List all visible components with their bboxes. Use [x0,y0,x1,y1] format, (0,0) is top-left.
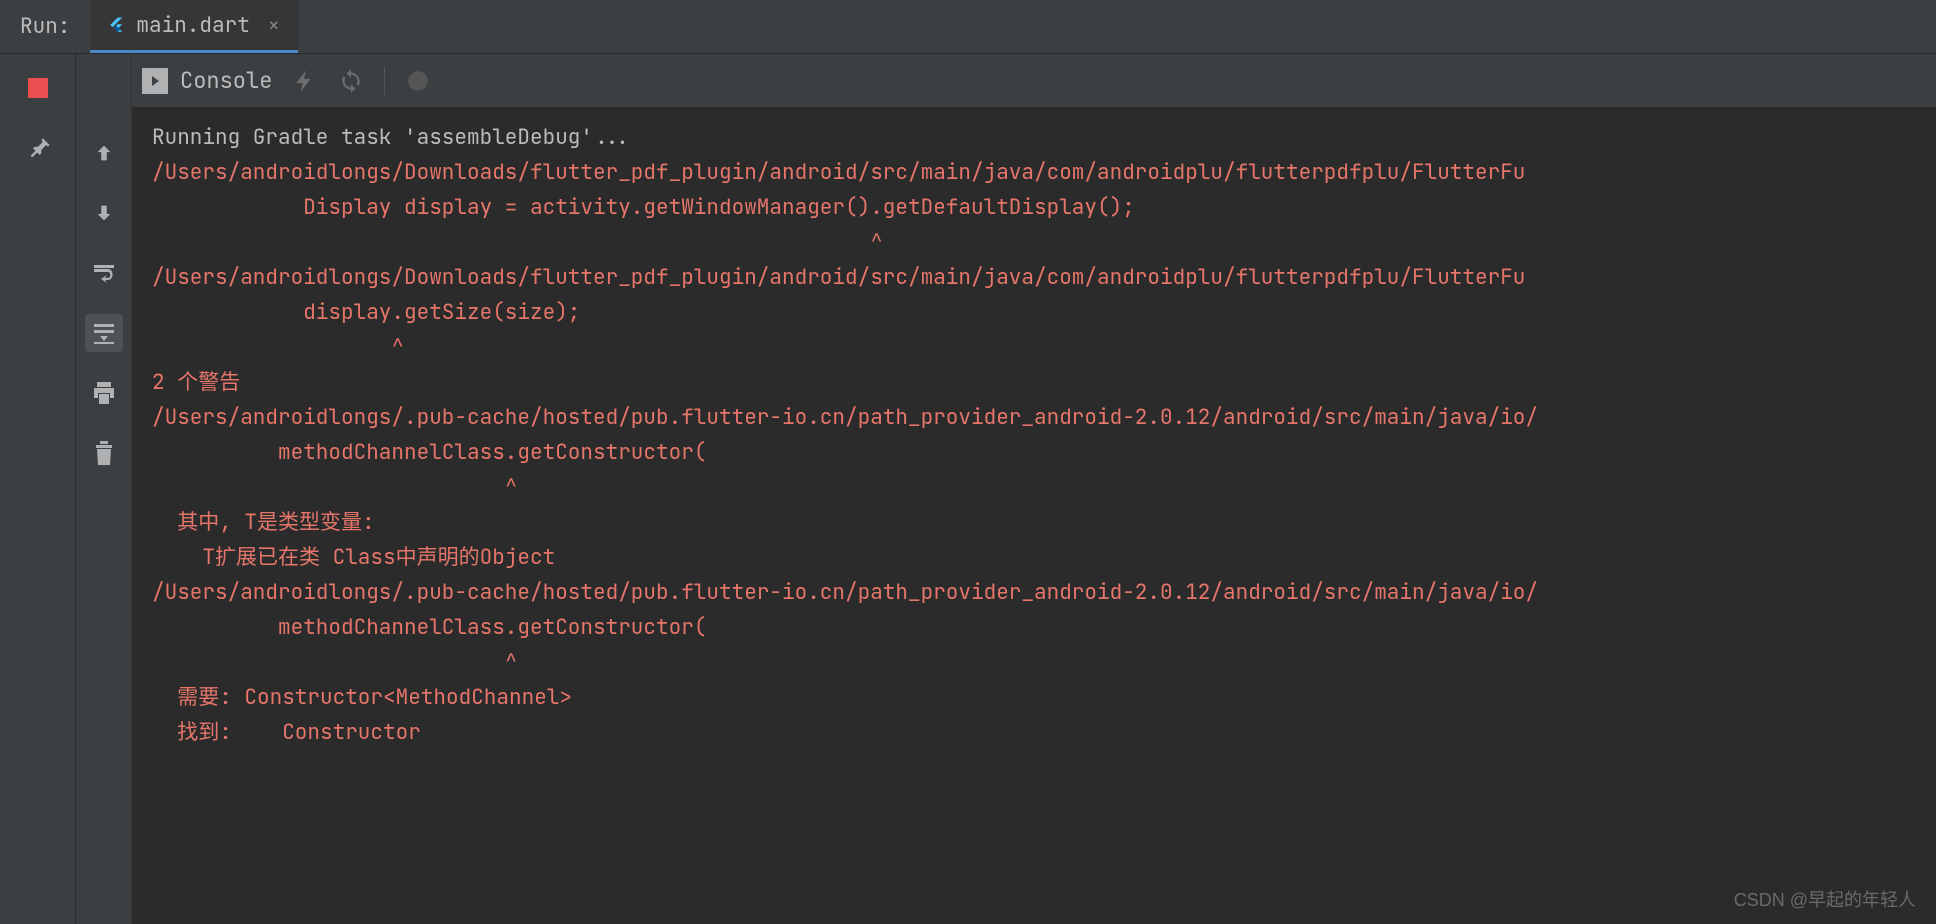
console-line: 需要: Constructor<MethodChannel> [152,680,1936,715]
hot-reload-icon[interactable] [338,68,364,94]
devtools-icon[interactable] [405,68,431,94]
console-line: display.getSize(size); [152,295,1936,330]
console-line: T扩展已在类 Class中声明的Object [152,540,1936,575]
stop-button[interactable] [28,78,48,98]
flutter-icon [108,14,126,36]
console-line: ^ [152,225,1936,260]
console-line: ^ [152,470,1936,505]
toolbar-divider [384,67,385,95]
soft-wrap-button[interactable] [85,254,123,292]
pin-icon[interactable] [18,130,58,170]
console-line: 其中, T是类型变量: [152,505,1936,540]
console-line: Running Gradle task 'assembleDebug'... [152,120,1936,155]
run-tab-main-dart[interactable]: main.dart × [90,0,297,53]
scroll-to-end-button[interactable] [85,314,123,352]
console-line: methodChannelClass.getConstructor( [152,610,1936,645]
tool-column [76,54,132,924]
left-gutter [0,54,76,924]
clear-all-button[interactable] [85,434,123,472]
console-line: Display display = activity.getWindowMana… [152,190,1936,225]
close-tab-icon[interactable]: × [268,12,280,38]
console-line: methodChannelClass.getConstructor( [152,435,1936,470]
expand-icon [142,68,168,94]
console-label: Console [180,66,272,95]
console-pane: Console Running Gradle task 'assembleDeb… [132,54,1936,924]
console-line: 找到: Constructor [152,715,1936,750]
watermark: CSDN @早起的年轻人 [1734,886,1916,912]
console-line: 2 个警告 [152,365,1936,400]
arrow-up-icon [93,142,115,164]
arrow-up-button[interactable] [85,134,123,172]
tab-label: main.dart [136,12,249,39]
console-line: /Users/androidlongs/Downloads/flutter_pd… [152,155,1936,190]
console-line: ^ [152,330,1936,365]
content-row: Console Running Gradle task 'assembleDeb… [76,54,1936,924]
trash-icon [93,441,115,465]
lightning-icon[interactable] [292,68,318,94]
console-line: /Users/androidlongs/Downloads/flutter_pd… [152,260,1936,295]
console-toggle[interactable]: Console [142,66,272,95]
scroll-to-end-icon [92,322,116,344]
console-line: /Users/androidlongs/.pub-cache/hosted/pu… [152,400,1936,435]
soft-wrap-icon [92,263,116,283]
run-panel-label: Run: [0,13,90,40]
main-area: Console Running Gradle task 'assembleDeb… [0,54,1936,924]
arrow-down-button[interactable] [85,194,123,232]
console-line: /Users/androidlongs/.pub-cache/hosted/pu… [152,575,1936,610]
console-output[interactable]: Running Gradle task 'assembleDebug'.../U… [132,108,1936,750]
top-bar: Run: main.dart × [0,0,1936,54]
arrow-down-icon [93,202,115,224]
console-line: ^ [152,645,1936,680]
print-icon [92,382,116,404]
print-button[interactable] [85,374,123,412]
console-toolbar: Console [132,54,1936,108]
